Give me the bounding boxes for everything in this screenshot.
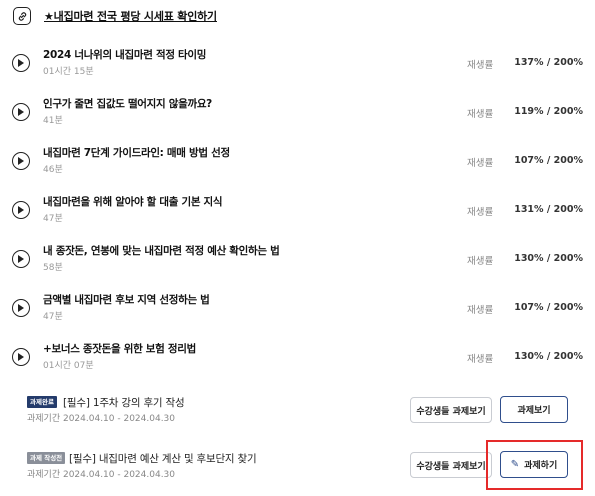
play-rate-value: 137% / 200%	[514, 57, 583, 68]
lecture-row[interactable]: +보너스 종잣돈을 위한 보험 정리법 01시간 07분 재생률 130% / …	[0, 341, 595, 385]
lecture-title: 내집마련을 위해 알아야 할 대출 기본 지식	[43, 196, 223, 208]
status-badge: 과제완료	[27, 396, 57, 408]
play-rate-label: 재생률	[467, 60, 494, 71]
lecture-duration: 41분	[43, 116, 63, 126]
assignment-period: 과제기간 2024.04.10 - 2024.04.30	[27, 470, 176, 480]
highlight-box	[486, 440, 583, 490]
price-table-link[interactable]: ★내집마련 전국 평당 시세표 확인하기	[44, 8, 217, 24]
lecture-row[interactable]: 내집마련 7단계 가이드라인: 매매 방법 선정 46분 재생률 107% / …	[0, 145, 595, 189]
play-rate-value: 107% / 200%	[514, 302, 583, 313]
lecture-duration: 46분	[43, 165, 63, 175]
lecture-row[interactable]: 내집마련을 위해 알아야 할 대출 기본 지식 47분 재생률 131% / 2…	[0, 194, 595, 238]
view-assignment-button[interactable]: 과제보기	[500, 396, 568, 423]
lecture-duration: 47분	[43, 312, 63, 322]
play-rate-label: 재생률	[467, 256, 494, 267]
play-icon[interactable]	[12, 348, 30, 366]
lecture-title: 내집마련 7단계 가이드라인: 매매 방법 선정	[43, 147, 230, 159]
lecture-duration: 47분	[43, 214, 63, 224]
lecture-row[interactable]: 2024 너나위의 내집마련 적정 타이밍 01시간 15분 재생률 137% …	[0, 47, 595, 91]
lecture-duration: 01시간 15분	[43, 67, 94, 77]
lecture-duration: 01시간 07분	[43, 361, 94, 371]
lecture-title: 금액별 내집마련 후보 지역 선정하는 법	[43, 294, 210, 306]
play-rate-label: 재생률	[467, 207, 494, 218]
play-rate-value: 107% / 200%	[514, 155, 583, 166]
play-rate-value: 130% / 200%	[514, 351, 583, 362]
assignment-period: 과제기간 2024.04.10 - 2024.04.30	[27, 414, 176, 424]
status-badge: 과제 작성전	[27, 452, 66, 464]
play-icon[interactable]	[12, 103, 30, 121]
play-rate-label: 재생률	[467, 305, 494, 316]
play-rate-value: 119% / 200%	[514, 106, 583, 117]
peer-assignments-button[interactable]: 수강생들 과제보기	[410, 452, 492, 478]
play-icon[interactable]	[12, 152, 30, 170]
lecture-title: +보너스 종잣돈을 위한 보험 정리법	[43, 343, 196, 355]
play-rate-value: 130% / 200%	[514, 253, 583, 264]
play-rate-label: 재생률	[467, 109, 494, 120]
link-icon	[13, 7, 31, 25]
lecture-title: 2024 너나위의 내집마련 적정 타이밍	[43, 49, 207, 61]
lecture-title: 내 종잣돈, 연봉에 맞는 내집마련 적정 예산 확인하는 법	[43, 245, 280, 257]
play-rate-value: 131% / 200%	[514, 204, 583, 215]
price-table-link-row[interactable]: ★내집마련 전국 평당 시세표 확인하기	[0, 0, 595, 32]
lecture-row[interactable]: 금액별 내집마련 후보 지역 선정하는 법 47분 재생률 107% / 200…	[0, 292, 595, 336]
peer-assignments-button[interactable]: 수강생들 과제보기	[410, 397, 492, 423]
play-icon[interactable]	[12, 201, 30, 219]
play-rate-label: 재생률	[467, 158, 494, 169]
lecture-row[interactable]: 인구가 줄면 집값도 떨어지지 않을까요? 41분 재생률 119% / 200…	[0, 96, 595, 140]
play-rate-label: 재생률	[467, 354, 494, 365]
play-icon[interactable]	[12, 54, 30, 72]
lecture-row[interactable]: 내 종잣돈, 연봉에 맞는 내집마련 적정 예산 확인하는 법 58분 재생률 …	[0, 243, 595, 287]
play-icon[interactable]	[12, 299, 30, 317]
lecture-duration: 58분	[43, 263, 63, 273]
assignment-title: [필수] 1주차 강의 후기 작성	[63, 397, 185, 409]
assignment-title: [필수] 내집마련 예산 계산 및 후보단지 찾기	[69, 453, 257, 465]
lecture-title: 인구가 줄면 집값도 떨어지지 않을까요?	[43, 98, 212, 110]
play-icon[interactable]	[12, 250, 30, 268]
